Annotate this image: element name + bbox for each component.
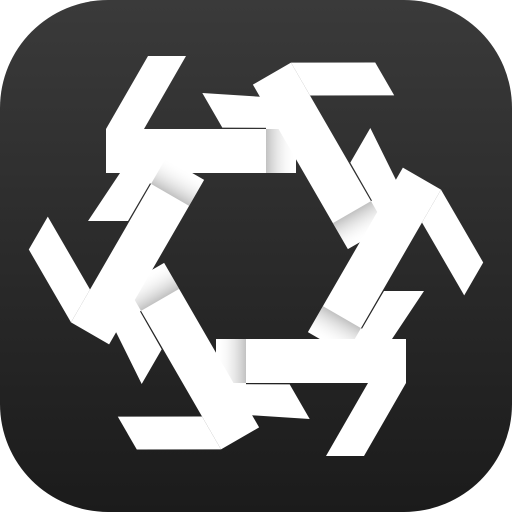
icon-background [0,0,512,512]
app-icon-graphic [0,0,512,512]
app-icon[interactable] [0,0,512,512]
